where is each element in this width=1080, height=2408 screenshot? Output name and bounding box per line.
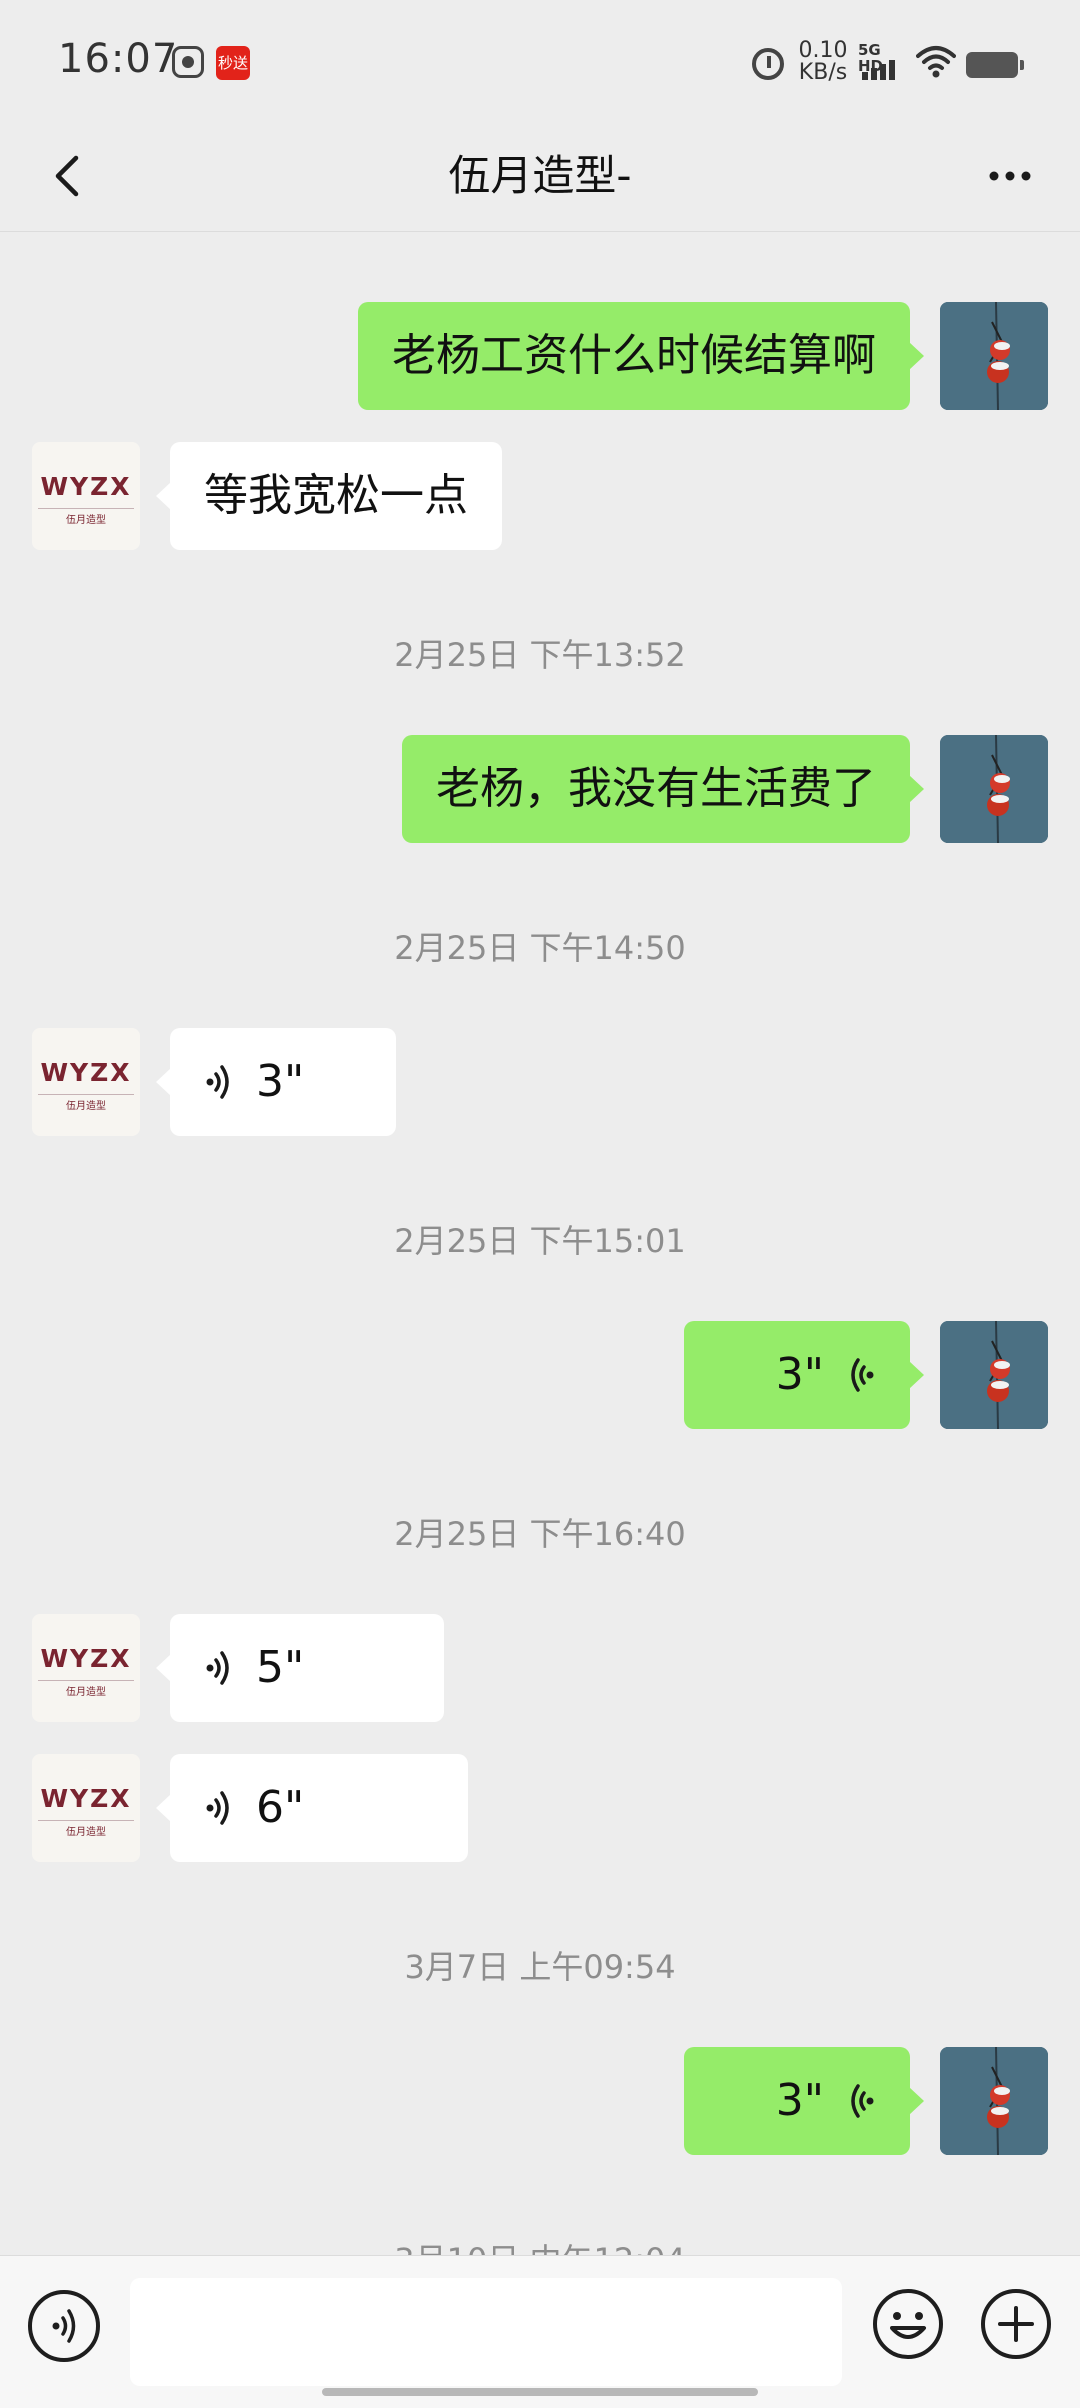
- voice-wave-icon: [851, 2084, 874, 2118]
- outgoing-text-bubble[interactable]: 老杨工资什么时候结算啊: [358, 302, 924, 410]
- chevron-left-icon[interactable]: [36, 142, 104, 210]
- chat-header: 伍月造型-: [0, 120, 1080, 232]
- outgoing-voice-bubble[interactable]: 3": [684, 1321, 924, 1429]
- message-timestamp: 3月10日 中午12:04: [0, 2235, 1080, 2255]
- message-timestamp: 2月25日 下午14:50: [394, 929, 686, 967]
- more-icon[interactable]: [976, 142, 1044, 210]
- my-avatar[interactable]: [940, 2047, 1048, 2155]
- incoming-text-bubble[interactable]: 等我宽松一点: [156, 442, 502, 550]
- contact-avatar[interactable]: WYZX 伍月造型: [32, 1614, 140, 1722]
- message-timestamp: 3月7日 上午09:54: [404, 1948, 676, 1986]
- contact-logo-subtitle: 伍月造型: [38, 1680, 134, 1698]
- message-timestamp: 2月25日 下午15:01: [394, 1222, 686, 1260]
- contact-avatar[interactable]: WYZX 伍月造型: [32, 1028, 140, 1136]
- network-speed: 0.10 KB/s: [798, 40, 848, 84]
- message-input[interactable]: [130, 2278, 842, 2386]
- contact-logo-subtitle: 伍月造型: [38, 1820, 134, 1838]
- contact-logo-text: WYZX: [40, 472, 132, 501]
- home-indicator[interactable]: [322, 2388, 758, 2396]
- app-notification-icon: [172, 46, 204, 78]
- voice-duration: 3": [775, 1349, 824, 1400]
- chat-title: 伍月造型-: [448, 151, 632, 200]
- voice-wave-icon: [851, 1358, 874, 1392]
- wifi-icon: [916, 46, 956, 78]
- my-avatar[interactable]: [940, 735, 1048, 843]
- voice-duration: 3": [256, 1056, 305, 1107]
- incoming-voice-bubble[interactable]: 6": [156, 1754, 468, 1862]
- incoming-voice-bubble[interactable]: 5": [156, 1614, 444, 1722]
- plus-icon[interactable]: [978, 2286, 1054, 2362]
- incoming-voice-bubble[interactable]: 3": [156, 1028, 396, 1136]
- voice-duration: 5": [256, 1642, 305, 1693]
- status-time: 16:07: [58, 36, 179, 82]
- contact-logo-text: WYZX: [40, 1058, 132, 1087]
- voice-wave-icon: [206, 1791, 229, 1825]
- status-bar: 16:07 秒送 0.10 KB/s 5G HD: [0, 0, 1080, 120]
- message-list[interactable]: 老杨工资什么时候结算啊 WYZX 伍月造型 等我宽松一点 2月25日 下午13:…: [0, 233, 1080, 2255]
- voice-input-icon[interactable]: [28, 2290, 100, 2362]
- voice-wave-icon: [206, 1651, 229, 1685]
- outgoing-text-bubble[interactable]: 老杨，我没有生活费了: [402, 735, 924, 843]
- outgoing-voice-bubble[interactable]: 3": [684, 2047, 924, 2155]
- contact-logo-subtitle: 伍月造型: [38, 508, 134, 526]
- message-timestamp: 2月25日 下午16:40: [394, 1515, 686, 1553]
- network-speed-unit: KB/s: [798, 60, 848, 85]
- contact-avatar[interactable]: WYZX 伍月造型: [32, 442, 140, 550]
- message-timestamp: 2月25日 下午13:52: [394, 636, 686, 674]
- contact-logo-text: WYZX: [40, 1784, 132, 1813]
- voice-duration: 6": [256, 1782, 305, 1833]
- contact-logo-text: WYZX: [40, 1644, 132, 1673]
- app-badge-icon: 秒送: [216, 46, 250, 80]
- cellular-signal-icon: 5G HD: [858, 42, 906, 82]
- my-avatar[interactable]: [940, 302, 1048, 410]
- chat-input-bar: [0, 2255, 1080, 2408]
- emoji-icon[interactable]: [870, 2286, 946, 2362]
- network-speed-value: 0.10: [798, 38, 848, 63]
- alarm-icon: [752, 48, 784, 80]
- voice-wave-icon: [206, 1065, 229, 1099]
- my-avatar[interactable]: [940, 1321, 1048, 1429]
- battery-icon: [966, 52, 1024, 78]
- voice-duration: 3": [775, 2075, 824, 2126]
- contact-logo-subtitle: 伍月造型: [38, 1094, 134, 1112]
- contact-avatar[interactable]: WYZX 伍月造型: [32, 1754, 140, 1862]
